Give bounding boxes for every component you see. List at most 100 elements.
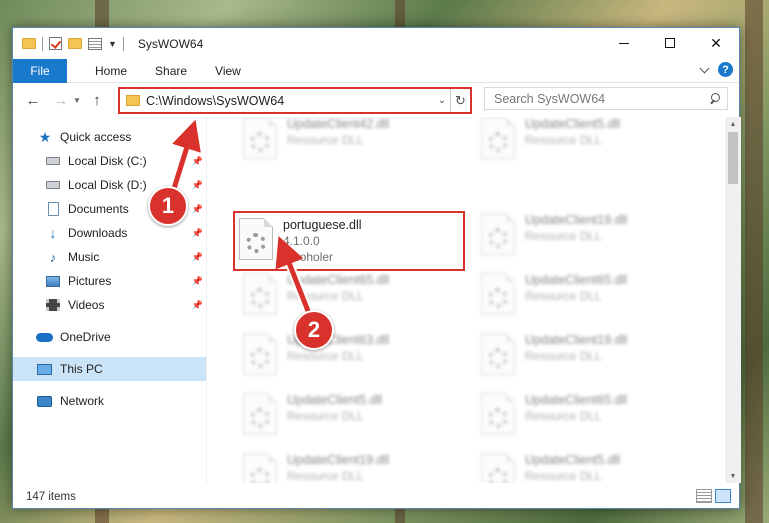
gear-icon bbox=[488, 288, 508, 308]
file-list: UpdateClient42.dll Resource DLL UpdateCli… bbox=[207, 117, 723, 483]
customize-toolbar-dropdown-icon[interactable]: ▼ bbox=[108, 39, 117, 49]
file-tile[interactable]: UpdateClient19.dll Resource DLL bbox=[475, 329, 705, 383]
file-type: Resource DLL bbox=[287, 409, 364, 423]
sidebar-item-quick-access[interactable]: ★ Quick access bbox=[13, 125, 206, 149]
folder-icon bbox=[22, 38, 36, 49]
scrollbar-thumb[interactable] bbox=[728, 132, 738, 184]
step-1-badge: 1 bbox=[148, 186, 188, 226]
file-type: Resource DLL bbox=[287, 133, 364, 147]
file-tile[interactable]: UpdateClient63.dll Resource DLL bbox=[237, 329, 467, 383]
sidebar-item-this-pc[interactable]: This PC bbox=[13, 357, 206, 381]
scroll-up-icon[interactable]: ▲ bbox=[725, 117, 741, 131]
ribbon-right-controls: ? bbox=[699, 62, 733, 77]
sidebar-item-network[interactable]: Network bbox=[13, 389, 206, 413]
address-path[interactable]: C:\Windows\SysWOW64 bbox=[146, 94, 434, 108]
new-folder-icon[interactable] bbox=[68, 38, 82, 49]
sidebar-item-music[interactable]: ♪ Music 📌 bbox=[13, 245, 206, 269]
folder-icon bbox=[126, 95, 140, 106]
file-type: Resource DLL bbox=[525, 133, 602, 147]
properties-check-icon[interactable] bbox=[49, 37, 62, 50]
vertical-scrollbar[interactable]: ▲ ▼ bbox=[725, 117, 741, 483]
up-button[interactable]: ↑ bbox=[85, 88, 109, 112]
refresh-icon: ↻ bbox=[455, 92, 466, 108]
search-input[interactable]: Search SysWOW64 bbox=[494, 92, 709, 106]
ribbon-tabs: File Home Share View ? bbox=[13, 58, 739, 83]
navigation-bar: ← → ▼ ↑ C:\Windows\SysWOW64 ⌄ ↻ Search S… bbox=[13, 83, 739, 117]
sidebar-item-pictures[interactable]: Pictures 📌 bbox=[13, 269, 206, 293]
minimize-button[interactable] bbox=[601, 28, 647, 58]
scroll-down-icon[interactable]: ▼ bbox=[725, 469, 741, 483]
sidebar-item-label: Local Disk (D:) bbox=[68, 178, 147, 192]
dll-file-icon bbox=[481, 333, 515, 375]
file-tile[interactable]: UpdateClient19.dll Resource DLL bbox=[237, 449, 467, 483]
file-name: UpdateClient65.dll bbox=[287, 273, 390, 287]
sidebar-item-local-disk-c[interactable]: Local Disk (C:) 📌 bbox=[13, 149, 206, 173]
file-tile[interactable]: UpdateClient65.dll Resource DLL bbox=[237, 269, 467, 323]
tab-share[interactable]: Share bbox=[141, 64, 201, 78]
sidebar-item-label: OneDrive bbox=[60, 330, 111, 344]
dll-file-icon bbox=[481, 213, 515, 255]
file-tile[interactable]: UpdateClient5.dll Resource DLL bbox=[237, 389, 467, 443]
details-view-icon[interactable] bbox=[696, 489, 712, 503]
file-name: UpdateClient19.dll bbox=[287, 453, 390, 467]
recent-locations-dropdown-icon[interactable]: ▼ bbox=[73, 96, 85, 105]
pin-icon: 📌 bbox=[191, 179, 203, 190]
search-icon[interactable] bbox=[709, 92, 727, 106]
file-name: UpdateClient65.dll bbox=[525, 273, 628, 287]
highlighted-file-tile[interactable]: portuguese.dll 4.1.0.0 Alcoholer bbox=[233, 211, 465, 271]
disk-icon bbox=[46, 181, 60, 189]
sidebar-item-videos[interactable]: Videos 📌 bbox=[13, 293, 206, 317]
pin-icon: 📌 bbox=[191, 251, 203, 262]
sidebar-item-label: Music bbox=[68, 250, 100, 264]
dll-file-icon bbox=[481, 273, 515, 315]
large-icons-view-icon[interactable] bbox=[715, 489, 731, 503]
sidebar-item-onedrive[interactable]: OneDrive bbox=[13, 325, 206, 349]
file-tile[interactable]: UpdateClient19.dll Resource DLL bbox=[475, 209, 705, 263]
gear-icon bbox=[250, 348, 270, 368]
file-tile[interactable]: UpdateClient42.dll Resource DLL bbox=[237, 117, 467, 167]
network-icon bbox=[36, 395, 52, 407]
background-tree bbox=[745, 0, 763, 523]
title-bar: ▼ SysWOW64 ✕ bbox=[13, 28, 739, 59]
address-dropdown-icon[interactable]: ⌄ bbox=[434, 95, 450, 106]
file-tile[interactable]: UpdateClient65.dll Resource DLL bbox=[475, 269, 705, 323]
back-button[interactable]: ← bbox=[21, 88, 45, 112]
expand-ribbon-chevron-icon[interactable] bbox=[699, 63, 710, 73]
file-name: UpdateClient19.dll bbox=[525, 333, 628, 347]
refresh-button[interactable]: ↻ bbox=[450, 89, 470, 112]
file-name: UpdateClient5.dll bbox=[525, 453, 621, 467]
window-title: SysWOW64 bbox=[137, 36, 204, 51]
file-tile[interactable]: UpdateClient5.dll Resource DLL bbox=[475, 117, 705, 167]
tab-view[interactable]: View bbox=[201, 64, 255, 78]
forward-button[interactable]: → bbox=[49, 88, 73, 112]
gear-icon bbox=[488, 348, 508, 368]
sidebar-item-downloads[interactable]: ↓ Downloads 📌 bbox=[13, 221, 206, 245]
tab-home[interactable]: Home bbox=[81, 64, 141, 78]
file-tile[interactable]: UpdateClient5.dll Resource DLL bbox=[475, 449, 705, 483]
dll-file-icon bbox=[243, 273, 277, 315]
step-2-badge: 2 bbox=[294, 310, 334, 350]
tab-file[interactable]: File bbox=[13, 58, 67, 83]
dll-file-icon bbox=[481, 117, 515, 159]
dll-file-icon bbox=[243, 117, 277, 159]
download-icon: ↓ bbox=[49, 225, 57, 241]
dll-file-icon bbox=[243, 333, 277, 375]
maximize-button[interactable] bbox=[647, 28, 693, 58]
view-properties-icon[interactable] bbox=[88, 37, 102, 50]
address-bar[interactable]: C:\Windows\SysWOW64 ⌄ ↻ bbox=[118, 87, 472, 114]
toolbar-divider bbox=[42, 36, 43, 51]
sidebar-item-label: Network bbox=[60, 394, 105, 408]
toolbar-divider bbox=[122, 36, 124, 51]
sidebar-item-label: Local Disk (C:) bbox=[68, 154, 147, 168]
computer-icon bbox=[36, 363, 52, 375]
quick-access-toolbar: ▼ bbox=[13, 36, 124, 51]
file-type: Resource DLL bbox=[525, 409, 602, 423]
navigation-pane: ★ Quick access Local Disk (C:) 📌 Local D… bbox=[13, 117, 206, 483]
close-button[interactable]: ✕ bbox=[693, 28, 739, 58]
file-tile[interactable]: UpdateClient65.dll Resource DLL bbox=[475, 389, 705, 443]
help-icon[interactable]: ? bbox=[718, 62, 733, 77]
search-box[interactable]: Search SysWOW64 bbox=[484, 87, 728, 110]
pin-icon: 📌 bbox=[191, 155, 203, 166]
file-type: Resource DLL bbox=[525, 229, 602, 243]
gear-icon bbox=[246, 233, 266, 253]
